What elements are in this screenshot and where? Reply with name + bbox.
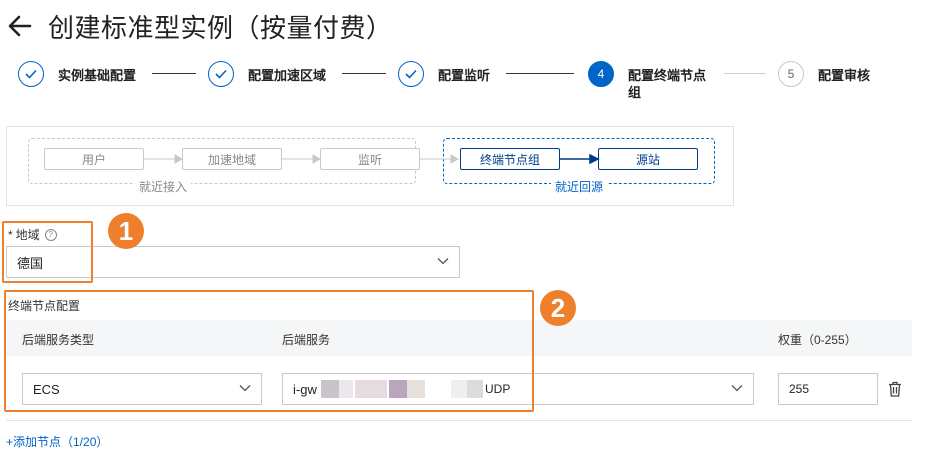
- trash-icon[interactable]: [888, 381, 902, 397]
- divider: [6, 420, 912, 421]
- weight-header: 权重（0-255）: [778, 333, 857, 347]
- nearby-access-caption: 就近接入: [135, 178, 192, 195]
- weight-input[interactable]: 255: [778, 373, 878, 405]
- annotation-badge-1: 1: [108, 213, 144, 249]
- annotation-box-1: [2, 221, 93, 283]
- annotation-box-2: [4, 290, 534, 412]
- chevron-down-icon: [437, 258, 449, 265]
- annotation-badge-2: 2: [540, 290, 576, 326]
- add-node-link[interactable]: +添加节点（1/20）: [6, 433, 108, 450]
- chevron-down-icon: [731, 385, 743, 392]
- nearby-return-caption: 就近回源: [551, 178, 608, 195]
- diagram-arrows: [144, 153, 600, 165]
